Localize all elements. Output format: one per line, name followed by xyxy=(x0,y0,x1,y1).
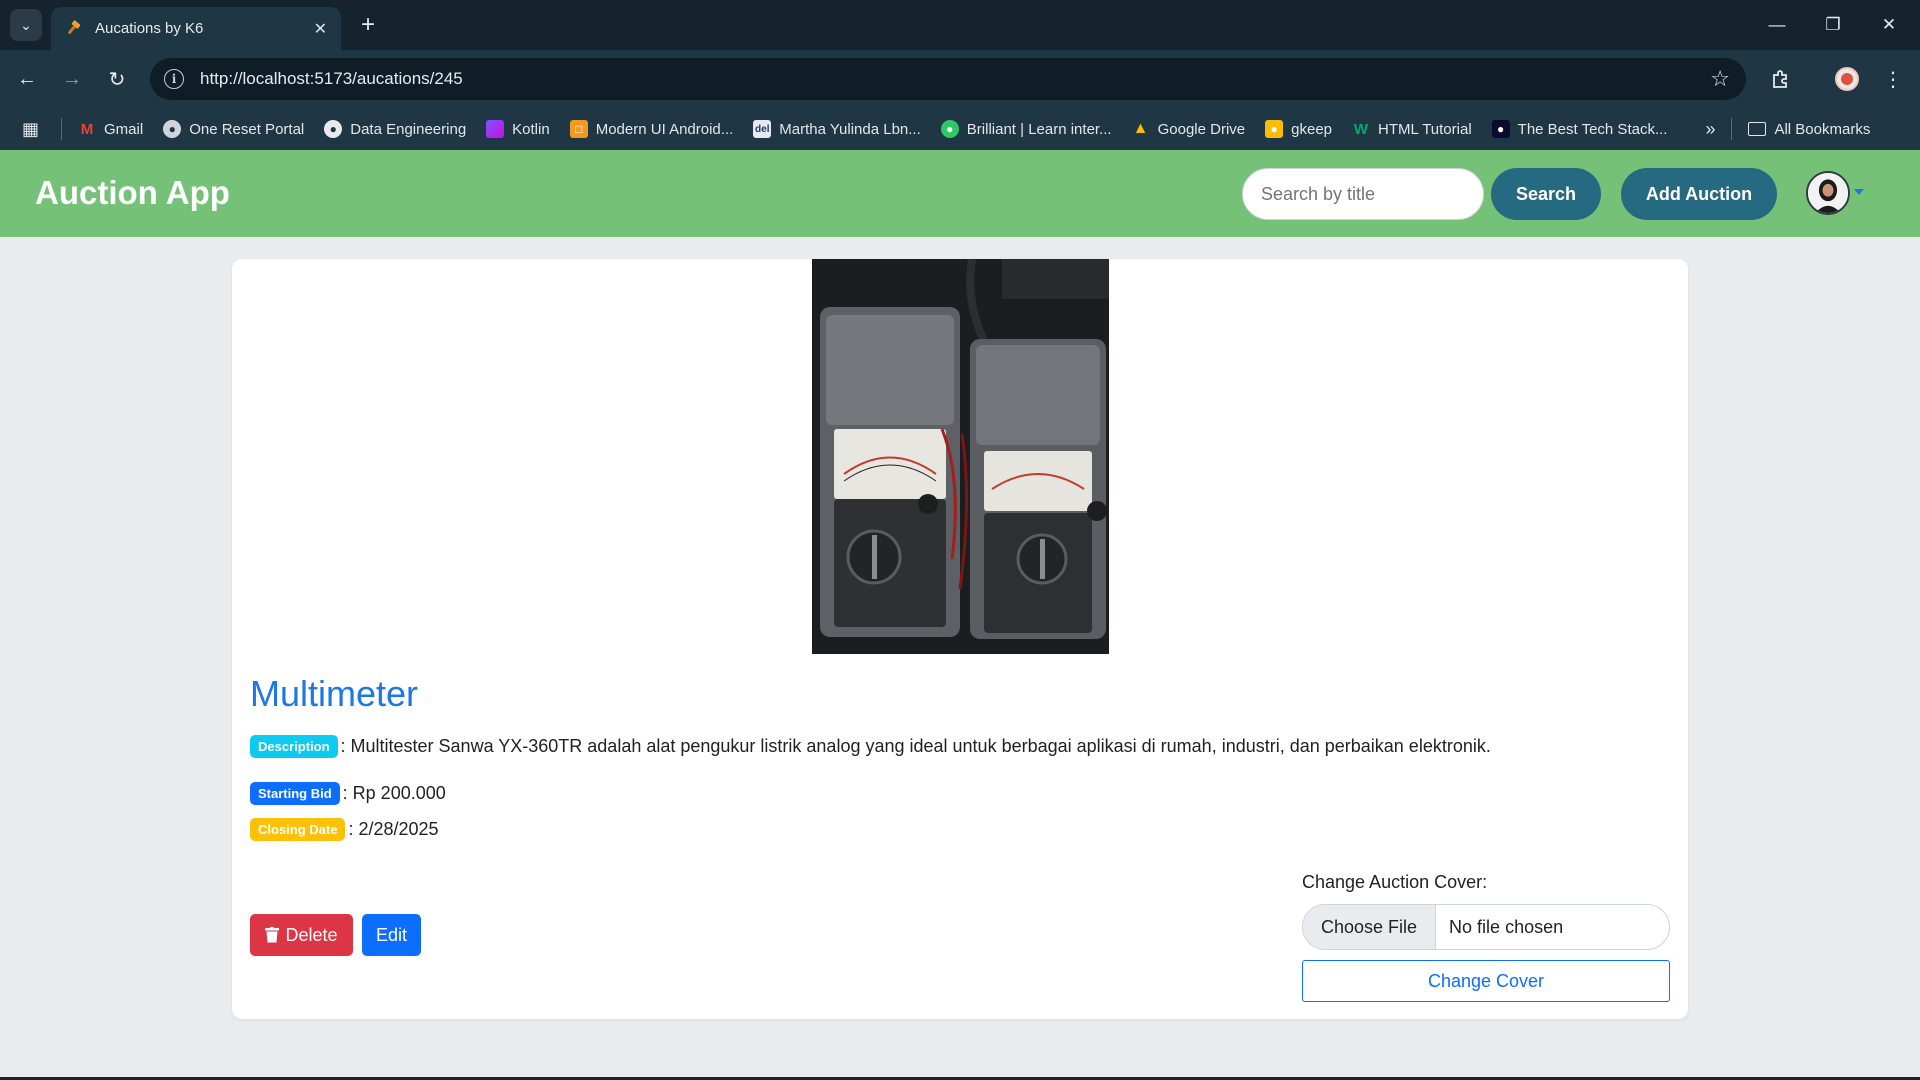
bookmark-gmail[interactable]: M Gmail xyxy=(78,120,143,138)
folder-icon xyxy=(1748,122,1767,136)
globe-icon: ● xyxy=(163,120,182,138)
auction-cover-image xyxy=(812,259,1109,654)
tab-close-icon[interactable]: ✕ xyxy=(314,19,327,39)
menu-kebab-icon[interactable]: ⋮ xyxy=(1876,62,1910,96)
w3schools-icon: W xyxy=(1353,120,1369,138)
bookmark-google-drive[interactable]: ▲ Google Drive xyxy=(1132,120,1246,138)
starting-bid-badge: Starting Bid xyxy=(250,782,340,805)
closing-date-row: Closing Date : 2/28/2025 xyxy=(250,818,439,841)
bookmark-label: Google Drive xyxy=(1157,120,1246,138)
search-button[interactable]: Search xyxy=(1491,168,1601,220)
bookmark-data-engineering[interactable]: ● Data Engineering xyxy=(324,120,466,138)
more-bookmarks-icon[interactable]: » xyxy=(1705,119,1715,140)
bookmark-modern-ui-android[interactable]: □ Modern UI Android... xyxy=(569,120,734,138)
reload-icon[interactable]: ↻ xyxy=(100,62,134,96)
keep-icon: ● xyxy=(1265,120,1284,138)
gmail-icon: M xyxy=(80,120,94,138)
bookmark-label: One Reset Portal xyxy=(189,120,305,138)
bookmark-label: Data Engineering xyxy=(350,120,467,138)
add-auction-button[interactable]: Add Auction xyxy=(1621,168,1777,220)
app-brand[interactable]: Auction App xyxy=(35,174,230,212)
cover-file-input[interactable]: Choose File No file chosen xyxy=(1302,904,1670,950)
closing-date-value: : 2/28/2025 xyxy=(348,819,439,839)
google-drive-icon: ▲ xyxy=(1132,120,1149,137)
tech-stack-icon: ● xyxy=(1491,120,1510,138)
bookmark-martha[interactable]: del Martha Yulinda Lbn... xyxy=(753,120,921,138)
site-info-icon[interactable]: i xyxy=(164,69,184,89)
user-avatar[interactable] xyxy=(1806,171,1850,215)
window-close-icon[interactable]: ✕ xyxy=(1862,0,1916,50)
back-icon[interactable]: ← xyxy=(10,62,44,96)
brilliant-icon: ● xyxy=(940,120,959,138)
all-bookmarks-label: All Bookmarks xyxy=(1774,120,1871,138)
tab-search-icon[interactable]: ⌄ xyxy=(10,9,42,41)
address-bar[interactable]: i http://localhost:5173/aucations/245 ☆ xyxy=(150,58,1746,100)
browser-toolbar: ← → ↻ i http://localhost:5173/aucations/… xyxy=(0,50,1920,108)
minimize-icon[interactable]: — xyxy=(1750,0,1804,50)
forward-icon[interactable]: → xyxy=(55,62,89,96)
trash-icon xyxy=(265,927,280,943)
browser-tab[interactable]: Aucations by K6 ✕ xyxy=(51,7,341,50)
bookmark-one-reset-portal[interactable]: ● One Reset Portal xyxy=(163,120,304,138)
delete-label: Delete xyxy=(285,924,338,945)
bookmark-label: Martha Yulinda Lbn... xyxy=(779,120,921,138)
change-cover-button[interactable]: Change Cover xyxy=(1302,960,1670,1002)
starting-bid-row: Starting Bid : Rp 200.000 xyxy=(250,782,446,805)
bookmark-icon: □ xyxy=(569,120,588,138)
bookmark-label: Modern UI Android... xyxy=(595,120,734,138)
browser-tab-bar: ⌄ Aucations by K6 ✕ + — ❐ ✕ xyxy=(0,0,1920,50)
bookmark-html-tutorial[interactable]: W HTML Tutorial xyxy=(1352,120,1472,138)
auction-title: Multimeter xyxy=(250,673,419,714)
auction-detail-card: Multimeter Description : Multitester San… xyxy=(232,259,1688,1019)
url-text[interactable]: http://localhost:5173/aucations/245 xyxy=(200,69,1710,89)
bookmark-gkeep[interactable]: ● gkeep xyxy=(1265,120,1332,138)
restore-icon[interactable]: ❐ xyxy=(1806,0,1860,50)
browser-profile-avatar[interactable] xyxy=(1835,67,1859,91)
bookmark-label: Kotlin xyxy=(512,120,550,138)
github-icon: ● xyxy=(324,120,343,138)
extensions-icon[interactable] xyxy=(1764,62,1798,96)
bookmark-label: Gmail xyxy=(104,120,144,138)
closing-date-badge: Closing Date xyxy=(250,818,346,841)
bookmark-label: The Best Tech Stack... xyxy=(1517,120,1668,138)
description-text: : Multitester Sanwa YX-360TR adalah alat… xyxy=(340,736,1491,756)
delete-button[interactable]: Delete xyxy=(250,914,353,956)
description-badge: Description xyxy=(250,735,338,758)
apps-grid-icon[interactable]: ▦ xyxy=(22,119,39,140)
all-bookmarks[interactable]: All Bookmarks xyxy=(1748,121,1870,138)
bookmark-brilliant[interactable]: ● Brilliant | Learn inter... xyxy=(940,120,1112,138)
starting-bid-value: : Rp 200.000 xyxy=(342,783,446,803)
new-tab-icon[interactable]: + xyxy=(352,9,384,41)
choose-file-button[interactable]: Choose File xyxy=(1303,905,1437,949)
bookmark-label: HTML Tutorial xyxy=(1378,120,1472,138)
file-status-text: No file chosen xyxy=(1449,916,1564,937)
kotlin-icon xyxy=(486,120,505,138)
edit-button[interactable]: Edit xyxy=(362,914,421,956)
bookmark-tech-stack[interactable]: ● The Best Tech Stack... xyxy=(1491,120,1668,138)
bookmark-label: Brilliant | Learn inter... xyxy=(966,120,1112,138)
search-input[interactable] xyxy=(1242,168,1484,220)
tab-title: Aucations by K6 xyxy=(95,20,204,37)
bookmarks-divider xyxy=(1731,118,1733,140)
bookmark-kotlin[interactable]: Kotlin xyxy=(486,120,550,138)
bookmarks-bar: ▦ M Gmail ● One Reset Portal ● Data Engi… xyxy=(0,108,1920,150)
bookmarks-divider xyxy=(61,118,63,140)
description-row: Description : Multitester Sanwa YX-360TR… xyxy=(250,735,1491,758)
change-cover-label: Change Auction Cover: xyxy=(1302,872,1488,892)
bookmark-star-icon[interactable]: ☆ xyxy=(1710,66,1730,92)
bookmark-label: gkeep xyxy=(1291,120,1333,138)
app-navbar: Auction App Search Add Auction xyxy=(0,150,1920,237)
del-icon: del xyxy=(753,120,772,138)
gavel-icon xyxy=(68,19,81,34)
user-menu-caret-icon[interactable] xyxy=(1854,189,1864,195)
